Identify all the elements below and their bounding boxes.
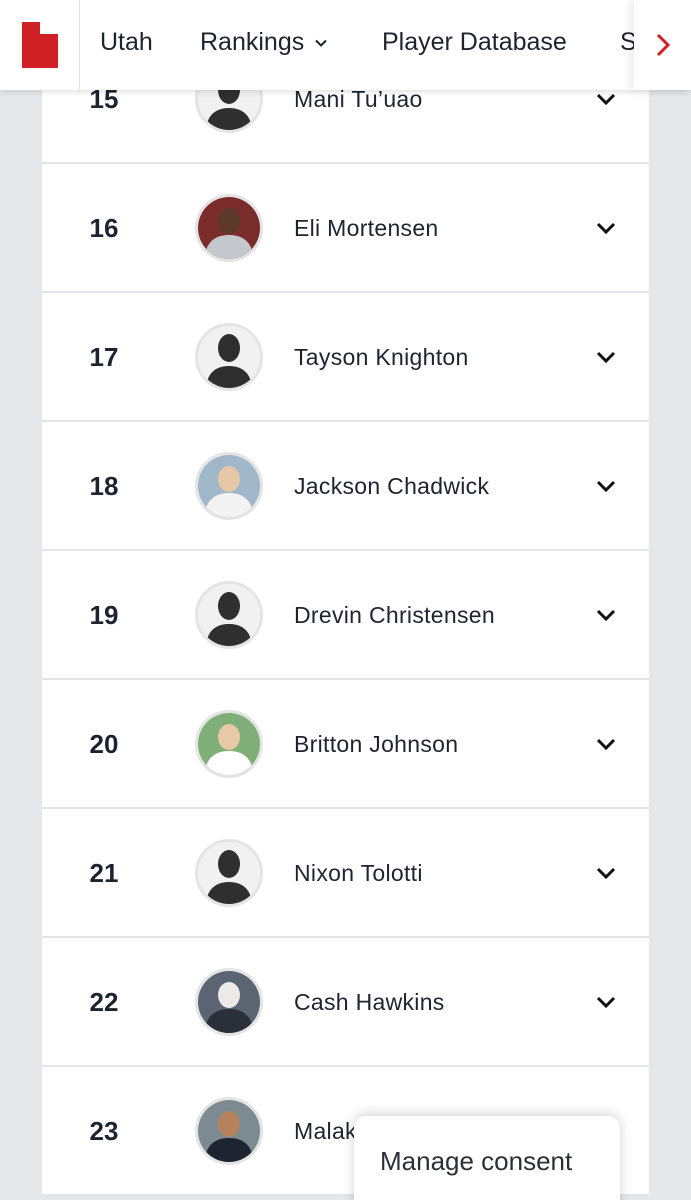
avatar[interactable] (195, 194, 263, 262)
chevron-down-icon[interactable] (595, 607, 617, 623)
player-row[interactable]: 18 Jackson Chadwick (42, 422, 649, 551)
player-name[interactable]: Malak (294, 1067, 357, 1196)
chevron-down-icon[interactable] (595, 220, 617, 236)
avatar[interactable] (195, 452, 263, 520)
chevron-down-icon[interactable] (595, 865, 617, 881)
chevron-down-icon[interactable] (595, 91, 617, 107)
avatar[interactable] (195, 1097, 263, 1165)
silhouette-icon (198, 326, 260, 388)
player-rank: 17 (89, 342, 119, 372)
player-photo (198, 455, 260, 517)
avatar[interactable] (195, 839, 263, 907)
nav-scroll-right-button[interactable] (634, 0, 691, 90)
player-rank: 22 (89, 987, 119, 1017)
player-name[interactable]: Eli Mortensen (294, 164, 439, 293)
player-name[interactable]: Drevin Christensen (294, 551, 495, 680)
rankings-list: 15 Mani Tu’uao 16 Eli Mortensen 17 Tayso… (42, 35, 649, 1196)
nav-player-database[interactable]: Player Database (382, 28, 567, 57)
player-rank: 19 (89, 600, 119, 630)
nav-cut-link[interactable]: S (620, 28, 634, 57)
player-name[interactable]: Cash Hawkins (294, 938, 445, 1067)
player-row[interactable]: 17 Tayson Knighton (42, 293, 649, 422)
avatar[interactable] (195, 710, 263, 778)
chevron-right-icon (656, 33, 670, 57)
player-photo (198, 971, 260, 1033)
site-logo[interactable] (0, 0, 80, 90)
chevron-down-icon (315, 39, 327, 47)
player-row[interactable]: 19 Drevin Christensen (42, 551, 649, 680)
player-rank: 20 (89, 729, 119, 759)
player-row[interactable]: 20 Britton Johnson (42, 680, 649, 809)
page: Utah Rankings Player Database S 15 Mani … (0, 0, 691, 1200)
player-rank: 23 (89, 1116, 119, 1146)
chevron-down-icon[interactable] (595, 349, 617, 365)
nav-utah[interactable]: Utah (100, 28, 153, 57)
manage-consent-label: Manage consent (380, 1146, 573, 1176)
chevron-down-icon[interactable] (595, 994, 617, 1010)
player-name[interactable]: Britton Johnson (294, 680, 458, 809)
player-rank: 16 (89, 213, 119, 243)
manage-consent-button[interactable]: Manage consent (354, 1116, 620, 1200)
player-row[interactable]: 16 Eli Mortensen (42, 164, 649, 293)
nav-player-database-label: Player Database (382, 28, 567, 56)
player-row[interactable]: 21 Nixon Tolotti (42, 809, 649, 938)
avatar[interactable] (195, 323, 263, 391)
nav-rankings-label: Rankings (200, 28, 305, 56)
chevron-down-icon[interactable] (595, 736, 617, 752)
player-name[interactable]: Nixon Tolotti (294, 809, 423, 938)
silhouette-icon (198, 842, 260, 904)
utah-state-icon (21, 22, 58, 68)
player-name[interactable]: Tayson Knighton (294, 293, 469, 422)
chevron-down-icon[interactable] (595, 478, 617, 494)
nav-utah-label: Utah (100, 28, 153, 56)
player-rank: 18 (89, 471, 119, 501)
silhouette-icon (198, 584, 260, 646)
avatar[interactable] (195, 581, 263, 649)
nav-cut-link-label: S (620, 28, 634, 56)
avatar[interactable] (195, 968, 263, 1036)
player-photo (198, 713, 260, 775)
player-row[interactable]: 22 Cash Hawkins (42, 938, 649, 1067)
player-name[interactable]: Jackson Chadwick (294, 422, 489, 551)
top-navigation: Utah Rankings Player Database S (0, 0, 691, 90)
player-photo (198, 197, 260, 259)
nav-rankings[interactable]: Rankings (200, 28, 328, 57)
player-photo (198, 1100, 260, 1162)
player-rank: 21 (89, 858, 119, 888)
